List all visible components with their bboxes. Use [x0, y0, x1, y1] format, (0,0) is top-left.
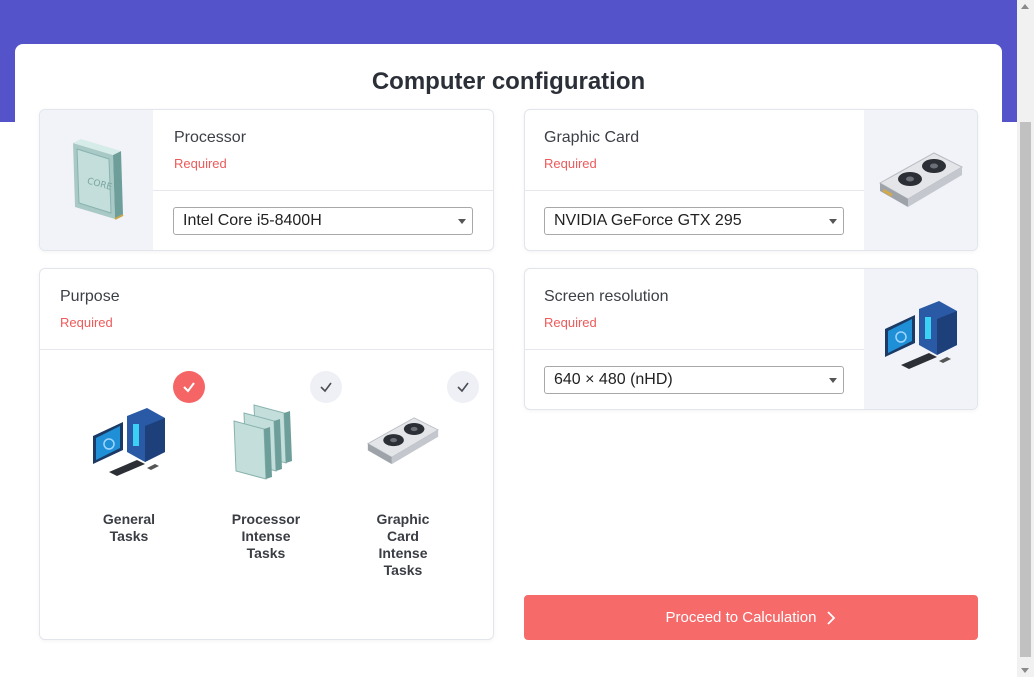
- purpose-option-label: General Tasks: [102, 511, 156, 544]
- screen-resolution-select[interactable]: 640 × 480 (nHD): [544, 366, 844, 394]
- proceed-button[interactable]: Proceed to Calculation: [524, 595, 978, 640]
- chevron-right-icon: [827, 610, 836, 625]
- scrollbar-thumb[interactable]: [1020, 122, 1031, 657]
- screen-resolution-required: Required: [544, 315, 597, 330]
- graphic-card-select-value: NVIDIA GeForce GTX 295: [554, 212, 742, 229]
- check-icon: [457, 382, 469, 393]
- check-icon: [320, 382, 332, 393]
- purpose-option-processor-intense-tasks[interactable]: Processor Intense Tasks: [206, 361, 342, 581]
- processor-label: Processor: [174, 129, 247, 146]
- cpu-chip-icon: CORE: [72, 139, 123, 220]
- processor-select-value: Intel Core i5-8400H: [183, 212, 322, 229]
- scroll-up-arrow-icon[interactable]: [1021, 4, 1029, 9]
- page-title: Computer configuration: [371, 68, 646, 95]
- divider: [525, 349, 864, 350]
- purpose-graphic-check[interactable]: [447, 371, 479, 403]
- gpu-card-icon: [878, 152, 963, 207]
- purpose-card: Purpose Required General Tasks Processor…: [39, 268, 494, 640]
- screen-resolution-label: Screen resolution: [544, 288, 669, 305]
- purpose-required: Required: [60, 315, 113, 330]
- graphic-card-select[interactable]: NVIDIA GeForce GTX 295: [544, 207, 844, 235]
- purpose-option-general-tasks[interactable]: General Tasks: [69, 361, 205, 561]
- purpose-option-label: Processor Intense Tasks: [231, 511, 301, 561]
- divider: [153, 190, 493, 191]
- graphic-card-card: Graphic Card Required NVIDIA GeForce GTX…: [524, 109, 978, 251]
- scrollbar[interactable]: [1017, 0, 1034, 677]
- graphic-card-image: [864, 110, 977, 250]
- screen-resolution-select-value: 640 × 480 (nHD): [554, 371, 673, 388]
- purpose-option-graphic-card-intense-tasks[interactable]: Graphic Card Intense Tasks: [343, 361, 479, 601]
- processor-required: Required: [174, 156, 227, 171]
- gpu-card-icon: [366, 417, 440, 465]
- check-icon: [183, 382, 195, 393]
- scroll-down-arrow-icon[interactable]: [1021, 668, 1029, 673]
- purpose-processor-check[interactable]: [310, 371, 342, 403]
- divider: [525, 190, 864, 191]
- screen-resolution-card: Screen resolution Required 640 × 480 (nH…: [524, 268, 978, 410]
- purpose-label: Purpose: [60, 288, 120, 305]
- chevron-down-icon: [458, 219, 466, 224]
- divider: [40, 349, 493, 350]
- desktop-pc-icon: [884, 301, 957, 369]
- processor-card: CORE Processor Required Intel Core i5-84…: [39, 109, 494, 251]
- graphic-card-label: Graphic Card: [544, 129, 640, 146]
- graphic-card-required: Required: [544, 156, 597, 171]
- proceed-button-label: Proceed to Calculation: [665, 609, 817, 626]
- purpose-option-label: Graphic Card Intense Tasks: [376, 511, 430, 578]
- desktop-pc-icon: [93, 408, 165, 476]
- screen-resolution-image: [864, 269, 977, 409]
- configuration-panel: Computer configuration CORE Processor Re…: [15, 44, 1002, 677]
- processor-image: CORE: [40, 110, 153, 250]
- chevron-down-icon: [829, 378, 837, 383]
- processor-select[interactable]: Intel Core i5-8400H: [173, 207, 473, 235]
- purpose-general-check[interactable]: [173, 371, 205, 403]
- cpu-stack-icon: [233, 404, 292, 480]
- chevron-down-icon: [829, 219, 837, 224]
